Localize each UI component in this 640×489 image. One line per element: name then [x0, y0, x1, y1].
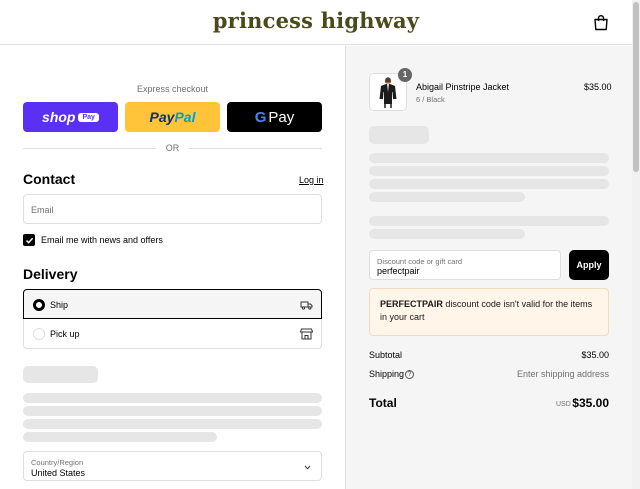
truck-icon	[300, 301, 313, 310]
help-icon[interactable]: ?	[405, 370, 414, 379]
subtotal-label: Subtotal	[369, 350, 403, 360]
or-divider: OR	[23, 142, 322, 154]
ship-label: Ship	[50, 300, 69, 310]
loading-placeholder	[369, 179, 609, 189]
loading-placeholder	[23, 406, 322, 416]
apply-discount-button[interactable]: Apply	[569, 250, 609, 280]
loading-placeholder	[23, 432, 217, 442]
site-header: princess highway	[0, 0, 632, 45]
discount-code-label: Discount code or gift card	[377, 257, 463, 266]
google-pay-wordmark: Pay	[268, 108, 295, 126]
pick-up-option[interactable]: Pick up	[23, 319, 322, 349]
discount-code-input[interactable]: Discount code or gift card perfectpair	[369, 250, 561, 280]
currency-code: USD	[556, 401, 571, 408]
ship-radio[interactable]	[33, 299, 45, 311]
paypal-wordmark-pal: Pal	[174, 109, 196, 125]
product-variant: 6 / Black	[416, 95, 445, 104]
page-scrollbar[interactable]	[632, 0, 640, 489]
shopping-bag-icon[interactable]	[593, 14, 609, 31]
shop-pay-wordmark: shop	[42, 109, 76, 125]
loading-placeholder	[369, 229, 525, 239]
google-pay-button[interactable]: G Pay	[227, 102, 322, 132]
checkout-form: Express checkout shop Pay Pay Pal G Pay O…	[0, 46, 345, 489]
country-region-value: United States	[31, 468, 86, 478]
loading-placeholder	[23, 419, 322, 429]
checkmark-icon	[25, 237, 33, 244]
total-label: Total	[369, 396, 397, 410]
loading-placeholder	[23, 393, 322, 403]
google-g-icon: G	[254, 108, 267, 126]
news-offers-label: Email me with news and offers	[41, 235, 163, 245]
paypal-wordmark-pay: Pay	[149, 109, 175, 125]
loading-placeholder	[369, 216, 609, 226]
country-region-select[interactable]: Country/Region United States	[23, 451, 322, 481]
chevron-down-icon	[304, 465, 311, 470]
email-placeholder: Email	[31, 205, 54, 215]
ship-option[interactable]: Ship	[23, 289, 322, 319]
email-field[interactable]: Email	[23, 194, 322, 224]
pick-up-label: Pick up	[50, 329, 80, 339]
loading-placeholder	[369, 166, 609, 176]
store-icon	[300, 328, 313, 340]
loading-placeholder	[369, 192, 525, 202]
loading-placeholder	[23, 366, 98, 383]
news-offers-checkbox[interactable]	[23, 234, 35, 246]
country-region-label: Country/Region	[31, 458, 84, 467]
shipping-value: Enter shipping address	[516, 369, 609, 379]
shipping-label: Shipping	[369, 369, 405, 379]
shop-pay-button[interactable]: shop Pay	[23, 102, 118, 132]
loading-placeholder	[369, 153, 609, 163]
order-summary: 1 Abigail Pinstripe Jacket 6 / Black $35…	[345, 46, 632, 489]
discount-code-value: perfectpair	[377, 266, 420, 276]
discount-error-code: PERFECTPAIR	[380, 299, 443, 309]
paypal-button[interactable]: Pay Pal	[125, 102, 220, 132]
loading-placeholder	[369, 126, 429, 144]
express-checkout-label: Express checkout	[136, 84, 209, 94]
contact-heading: Contact	[23, 171, 76, 187]
scrollbar-thumb[interactable]	[633, 2, 639, 172]
log-in-link[interactable]: Log in	[299, 175, 324, 185]
shop-pay-pill: Pay	[78, 112, 99, 122]
product-name: Abigail Pinstripe Jacket	[416, 82, 510, 92]
discount-error-message: PERFECTPAIR discount code isn't valid fo…	[369, 288, 609, 336]
quantity-badge: 1	[398, 68, 412, 82]
total-value: $35.00	[572, 396, 609, 410]
divider-line-right	[189, 148, 322, 149]
pick-up-radio[interactable]	[33, 328, 45, 340]
delivery-heading: Delivery	[23, 266, 78, 282]
store-logo[interactable]: princess highway	[0, 8, 632, 33]
subtotal-value: $35.00	[581, 350, 609, 360]
product-price: $35.00	[584, 82, 612, 92]
